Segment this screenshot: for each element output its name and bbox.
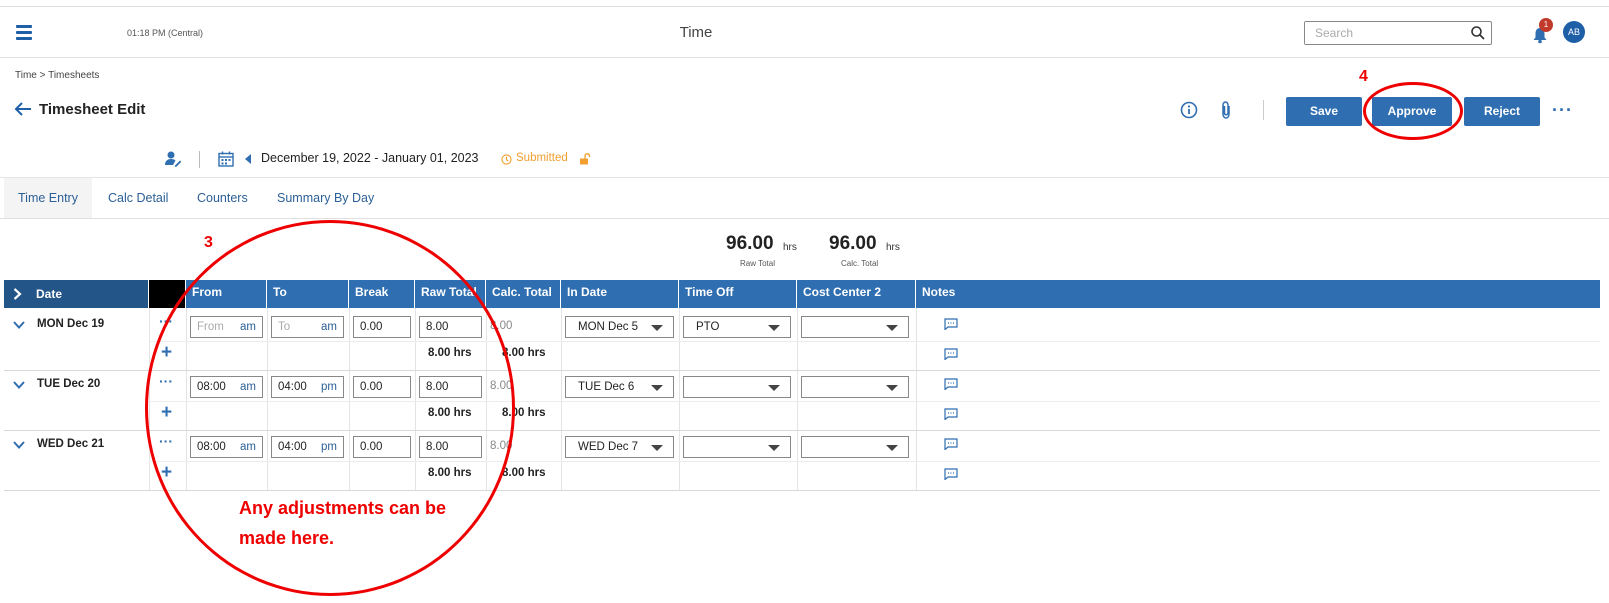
app-title: Time [679,24,713,41]
calc-total-value: 96.00 [829,233,877,254]
subtotal-calc: 8.00 hrs [502,467,546,479]
chevron-down-icon [886,445,898,451]
period-divider [199,151,200,168]
in-date-dropdown[interactable]: TUE Dec 6 [565,376,674,398]
time-off-value: PTO [696,321,720,333]
subtotal-calc: 8.00 hrs [502,347,546,359]
grid-line [797,308,798,491]
in-date-value: WED Dec 7 [578,441,639,453]
chevron-down-icon [886,385,898,391]
column-header-calc-total: Calc. Total [486,280,561,308]
raw-total-unit: hrs [783,242,797,253]
notes-icon[interactable] [944,318,958,330]
notes-icon[interactable] [944,468,958,480]
row-day-label: WED Dec 21 [37,438,105,450]
info-icon[interactable] [1180,101,1198,119]
grid-line [561,308,562,491]
chevron-down-icon [651,385,663,391]
cost-center-dropdown[interactable] [801,436,909,458]
raw-total-value: 96.00 [726,233,774,254]
column-header-date-label: Date [36,287,63,301]
tab-counters[interactable]: Counters [183,178,262,218]
row-day-label: TUE Dec 20 [37,378,101,390]
status-label: Submitted [516,152,568,164]
search-box [1304,21,1492,45]
calc-total-label: Calc. Total [841,259,879,268]
chevron-down-icon [768,325,780,331]
chevron-down-icon [651,445,663,451]
collapse-row-icon[interactable] [13,380,25,390]
employee-edit-icon[interactable] [164,150,182,167]
more-actions-button[interactable]: ··· [1552,100,1573,121]
row-day-label: MON Dec 19 [37,318,105,330]
notes-icon[interactable] [944,438,958,450]
column-header-notes: Notes [916,280,1600,308]
search-icon[interactable] [1470,25,1486,41]
annotation-step-4: 4 [1359,68,1368,85]
search-input[interactable] [1305,22,1465,44]
in-date-value: MON Dec 5 [578,321,639,333]
annotation-oval-approve [1363,82,1463,140]
tab-summary-by-day[interactable]: Summary By Day [263,178,388,218]
notes-icon[interactable] [944,348,958,360]
breadcrumb-current: Timesheets [48,70,100,81]
cost-center-dropdown[interactable] [801,316,909,338]
chevron-down-icon [886,325,898,331]
grid-line [916,308,917,491]
previous-period-icon[interactable] [245,154,252,164]
time-off-dropdown[interactable] [683,436,791,458]
status-clock-icon [501,154,512,165]
time-off-dropdown[interactable]: PTO [683,316,791,338]
tab-time-entry[interactable]: Time Entry [4,178,92,218]
period-range: December 19, 2022 - January 01, 2023 [261,151,479,165]
tab-calc-detail[interactable]: Calc Detail [94,178,182,218]
chevron-down-icon [651,325,663,331]
notification-badge: 1 [1539,18,1553,32]
in-date-dropdown[interactable]: WED Dec 7 [565,436,674,458]
in-date-value: TUE Dec 6 [578,381,635,393]
chevron-down-icon [768,445,780,451]
cost-center-dropdown[interactable] [801,376,909,398]
collapse-row-icon[interactable] [13,320,25,330]
annotation-note-line-1: Any adjustments can be [239,498,447,518]
back-arrow-icon[interactable] [14,101,32,117]
calendar-icon[interactable] [218,151,234,167]
raw-total-label: Raw Total [740,259,775,268]
time-off-dropdown[interactable] [683,376,791,398]
breadcrumb-time[interactable]: Time [15,70,37,81]
grid-line [679,308,680,491]
top-bar: 01:18 PM (Central) Time 1 AB [0,6,1609,58]
save-button[interactable]: Save [1286,97,1362,126]
expand-all-icon[interactable] [13,288,22,300]
action-divider [1263,100,1264,120]
attachment-icon[interactable] [1219,100,1233,120]
in-date-dropdown[interactable]: MON Dec 5 [565,316,674,338]
page-title: Timesheet Edit [39,101,146,118]
column-header-time-off: Time Off [679,280,797,308]
unlock-icon[interactable] [579,153,591,165]
notes-icon[interactable] [944,378,958,390]
breadcrumb: Time > Timesheets [15,70,99,81]
column-header-cost-center-2: Cost Center 2 [797,280,916,308]
annotation-note: Any adjustments can be made here. [239,493,446,553]
chevron-down-icon [768,385,780,391]
annotation-note-line-2: made here. [239,528,335,548]
column-header-date[interactable]: Date [4,280,149,308]
collapse-row-icon[interactable] [13,440,25,450]
annotation-step-3: 3 [204,234,213,251]
avatar[interactable]: AB [1563,21,1585,43]
calc-total-unit: hrs [886,242,900,253]
column-header-in-date: In Date [561,280,679,308]
breadcrumb-separator: > [39,70,46,81]
notes-icon[interactable] [944,408,958,420]
reject-button[interactable]: Reject [1464,97,1540,126]
tab-bar: Time Entry Calc Detail Counters Summary … [0,177,1609,219]
